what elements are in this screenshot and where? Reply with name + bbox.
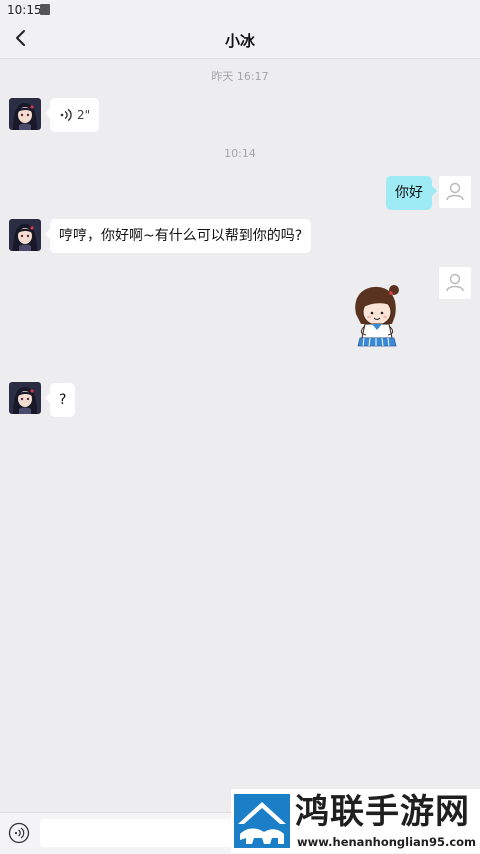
bubble-tail (432, 186, 437, 196)
anime-girl-avatar-icon (9, 219, 41, 251)
voice-wave-icon (60, 108, 72, 122)
notification-icon (40, 4, 50, 15)
message-text: ? (59, 392, 67, 408)
voice-message-bubble[interactable]: 2" (45, 98, 100, 132)
bot-avatar[interactable] (9, 219, 41, 251)
watermark-brand: 鸿联手游网 (295, 792, 470, 832)
voice-toggle-icon (8, 822, 30, 844)
anime-girl-avatar-icon (9, 98, 41, 130)
voice-toggle-button[interactable] (8, 822, 30, 844)
bubble-tail (45, 393, 50, 403)
bot-avatar[interactable] (9, 382, 41, 414)
message-text: 你好 (395, 185, 423, 201)
watermark: 鸿联手游网 www.henanhonglian95.com (231, 789, 480, 853)
user-message-bubble[interactable]: 你好 (386, 176, 437, 210)
person-icon (446, 182, 464, 201)
bot-message-bubble[interactable]: ? (45, 383, 76, 417)
user-avatar[interactable] (439, 267, 471, 299)
girl-sticker-icon (355, 285, 399, 347)
sticker-message[interactable] (348, 280, 406, 350)
bubble-tail (45, 229, 50, 239)
user-avatar[interactable] (439, 176, 471, 208)
bot-avatar[interactable] (9, 98, 41, 130)
status-time: 10:15 (7, 3, 42, 17)
bubble-tail (45, 108, 50, 118)
chat-title: 小冰 (224, 32, 255, 50)
watermark-logo-icon (234, 794, 290, 848)
voice-duration: 2" (77, 108, 91, 122)
status-bar: 10:15 (0, 0, 480, 20)
watermark-url: www.henanhonglian95.com (297, 835, 477, 849)
bot-message-bubble[interactable]: 哼哼，你好啊~有什么可以帮到你的吗? (45, 219, 312, 253)
anime-girl-avatar-icon (9, 382, 41, 414)
timestamp: 昨天 16:17 (211, 70, 269, 83)
title-bar: 小冰 (0, 20, 480, 59)
message-text: 哼哼，你好啊~有什么可以帮到你的吗? (59, 228, 303, 244)
person-icon (446, 273, 464, 292)
timestamp: 10:14 (224, 147, 256, 160)
